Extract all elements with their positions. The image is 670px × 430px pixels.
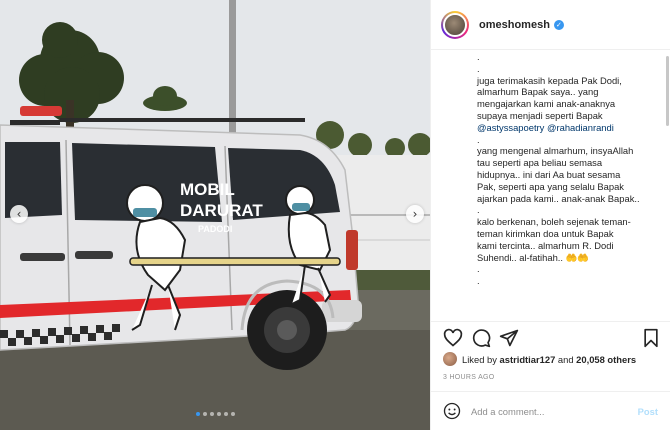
caption-mentions[interactable]: @astyssapoetry @rahadianrandi [477,122,656,134]
caption-line: supaya menjadi seperti Bapak [477,109,603,121]
carousel-indicator [0,412,430,416]
mention-links[interactable]: @astyssapoetry @rahadianrandi [477,122,614,133]
van-text-line1: MOBIL [180,180,235,199]
comment-bubble-icon[interactable] [471,328,491,348]
like-heart-icon[interactable] [443,328,463,348]
caption-scrollbar[interactable] [666,56,669,126]
caption: . . juga terimakasih kepada Pak Dodi, al… [431,51,670,321]
van-text-line2: DARURAT [180,201,263,220]
caption-line: teman kirimkan doa untuk Bapak [477,227,614,239]
caption-line: yang mengenal almarhum, insyaAllah [477,145,634,157]
caption-line: . [477,62,480,74]
carousel-prev-button[interactable]: ‹ [10,205,28,223]
carousel-next-button[interactable]: › [406,205,424,223]
caption-line: hidupnya.. ini dari Aa buat sesama [477,168,621,180]
emoji-icon[interactable] [443,402,461,420]
ambulance-illustration: MOBIL DARURAT PADODI [0,0,430,430]
caption-line: tau seperti apa beliau semasa [477,157,603,169]
post-comment-button[interactable]: Post [638,406,658,417]
caption-line: juga terimakasih kepada Pak Dodi, [477,74,622,86]
avatar-image [443,12,467,37]
caption-line: . [477,204,480,216]
post-header: omeshomesh ✓ [431,0,670,50]
carousel-dot [223,412,228,416]
caption-line: Suhendi.. al-fatihah.. 🤲🤲 [477,251,589,263]
carousel-dot [216,412,221,416]
carousel-dot [202,412,207,416]
caption-line: Pak, seperti apa yang selalu Bapak [477,180,624,192]
caption-line: kami tercinta.. almarhum R. Dodi [477,239,614,251]
likes-middle: and [555,353,577,365]
carousel-dot [209,412,214,416]
post-timestamp[interactable]: 3 HOURS AGO [443,374,495,381]
likes-count-link[interactable]: 20,058 others [576,354,636,365]
comment-bar: Post [431,391,670,430]
comment-input[interactable] [471,405,638,417]
caption-line: . [477,133,480,145]
caption-line: kalo berkenan, boleh sejenak teman- [477,216,631,228]
post-actions [431,321,670,353]
post-side-panel: omeshomesh ✓ . . juga terimakasih kepada… [430,0,670,430]
save-bookmark-icon[interactable] [641,328,661,348]
caption-line: ajarkan pada kami.. anak-anak Bapak.. [477,192,640,204]
avatar[interactable] [441,10,469,39]
post-photo: MOBIL DARURAT PADODI ‹ › [0,0,430,430]
liker-avatar[interactable] [443,352,457,366]
caption-line: mengajarkan kami anak-anaknya [477,98,616,110]
liker-username-link[interactable]: astridtiar127 [500,354,556,365]
username-link[interactable]: omeshomesh [479,19,550,31]
caption-line: . [477,51,480,62]
likes-summary: Liked by astridtiar127 and 20,058 others [443,352,636,366]
caption-line: . [477,275,480,287]
caption-line: almarhum Bapak saya.. yang [477,86,599,98]
caption-line: . [477,263,480,275]
carousel-dot [195,412,200,416]
verified-badge-icon: ✓ [553,19,564,30]
van-text-sub: PADODI [198,224,232,234]
likes-prefix: Liked by [462,353,500,365]
share-paper-plane-icon[interactable] [499,328,519,348]
carousel-dot [230,412,235,416]
